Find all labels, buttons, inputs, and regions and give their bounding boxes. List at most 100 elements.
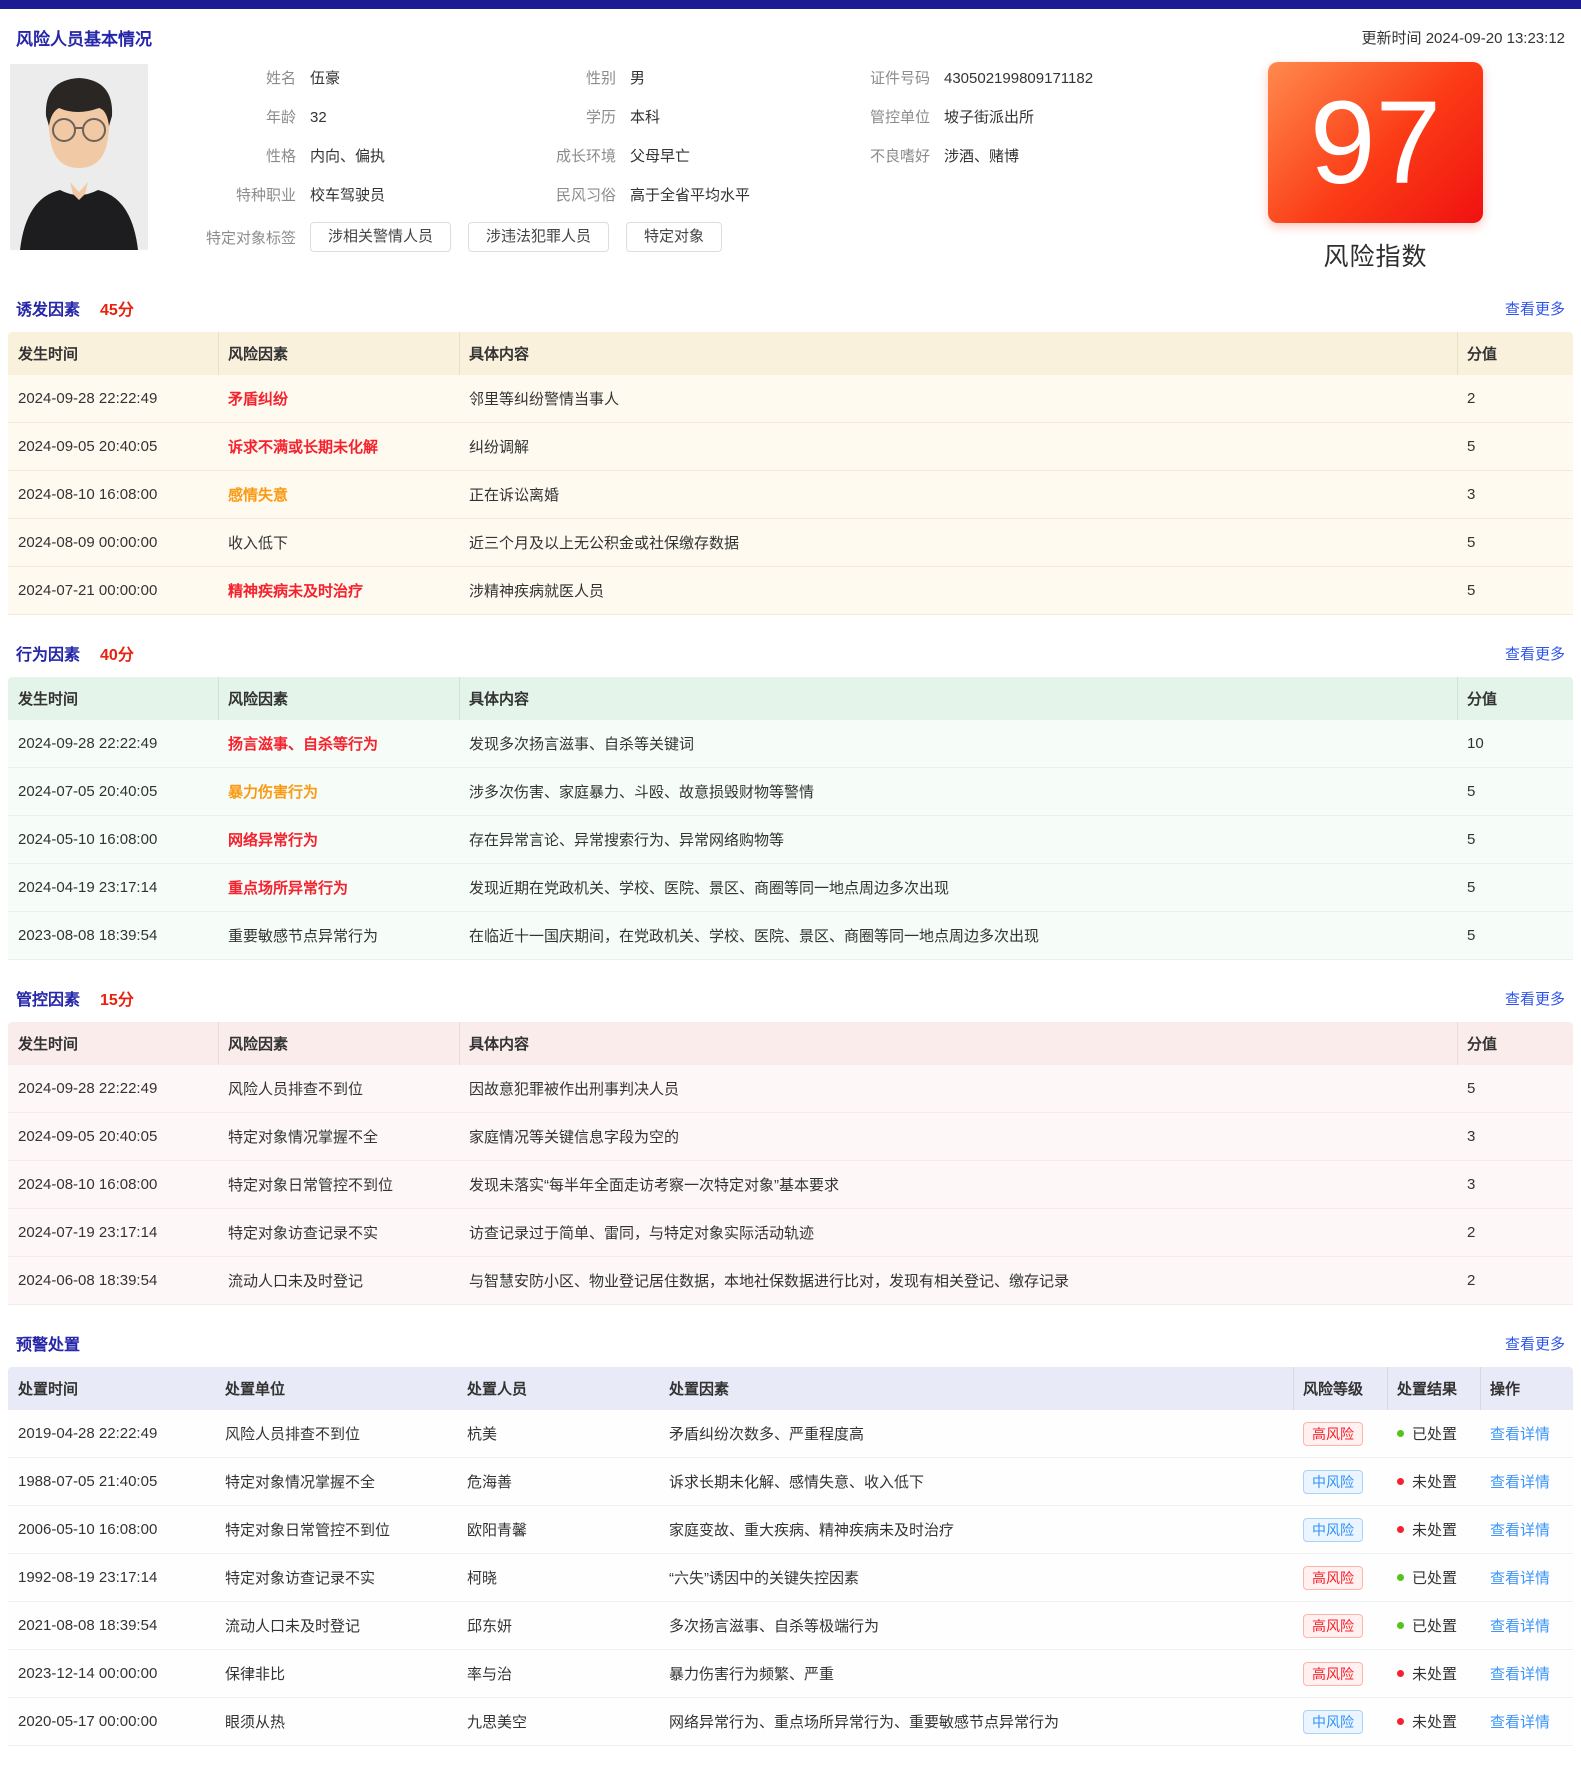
- table-row: 2024-09-28 22:22:49矛盾纠纷邻里等纠纷警情当事人2: [8, 375, 1573, 423]
- view-more-link[interactable]: 查看更多: [1505, 643, 1565, 664]
- column-header: 处置单位: [215, 1367, 457, 1410]
- disposal-result-text: 已处置: [1412, 1615, 1457, 1636]
- section-score: 15分: [100, 986, 134, 1010]
- disposal-time: 2023-12-14 00:00:00: [8, 1650, 215, 1698]
- factor-score: 3: [1457, 1161, 1573, 1209]
- disposal-result-cell: 未处置: [1387, 1650, 1480, 1698]
- factor-score: 5: [1457, 1065, 1573, 1113]
- disposal-result: 已处置: [1397, 1615, 1457, 1636]
- page-title: 风险人员基本情况: [16, 25, 152, 50]
- factor-detail: 近三个月及以上无公积金或社保缴存数据: [459, 519, 1457, 567]
- field-label: 证件号码: [850, 68, 930, 90]
- table-row: 2021-08-08 18:39:54流动人口未及时登记邱东妍多次扬言滋事、自杀…: [8, 1602, 1573, 1650]
- column-header: 发生时间: [8, 1022, 218, 1065]
- table-row: 2024-04-19 23:17:14重点场所异常行为发现近期在党政机关、学校、…: [8, 864, 1573, 912]
- occur-time: 2024-08-10 16:08:00: [8, 471, 218, 519]
- profile-info: 姓名伍豪性别男证件号码430502199809171182年龄32学历本科管控单…: [190, 64, 1270, 252]
- risk-level-cell: 高风险: [1293, 1554, 1387, 1602]
- table-header-row: 发生时间风险因素具体内容分值: [8, 1022, 1573, 1065]
- risk-factor: 重要敏感节点异常行为: [218, 912, 459, 960]
- factor-score: 3: [1457, 471, 1573, 519]
- risk-score-label: 风险指数: [1268, 237, 1483, 273]
- occur-time: 2024-08-10 16:08:00: [8, 1161, 218, 1209]
- disposal-result: 未处置: [1397, 1519, 1457, 1540]
- factor-detail: 因故意犯罪被作出刑事判决人员: [459, 1065, 1457, 1113]
- factor-detail: 发现未落实“每半年全面走访考察一次特定对象”基本要求: [459, 1161, 1457, 1209]
- disposal-unit: 眼须从热: [215, 1698, 457, 1746]
- profile-field: 性别男: [520, 68, 850, 90]
- risk-factor: 矛盾纠纷: [218, 375, 459, 423]
- occur-time: 2024-05-10 16:08:00: [8, 816, 218, 864]
- column-header: 发生时间: [8, 677, 218, 720]
- column-header: 分值: [1457, 1022, 1573, 1065]
- special-object-tag: 涉相关警情人员: [310, 222, 451, 252]
- view-more-link[interactable]: 查看更多: [1505, 298, 1565, 319]
- disposal-person: 杭美: [457, 1410, 659, 1458]
- disposal-unit: 流动人口未及时登记: [215, 1602, 457, 1650]
- disposal-person: 危海善: [457, 1458, 659, 1506]
- profile-field: 民风习俗高于全省平均水平: [520, 185, 850, 207]
- factor-detail: 在临近十一国庆期间，在党政机关、学校、医院、景区、商圈等同一地点周边多次出现: [459, 912, 1457, 960]
- view-detail-link[interactable]: 查看详情: [1490, 1570, 1550, 1587]
- disposal-unit: 特定对象情况掌握不全: [215, 1458, 457, 1506]
- disposal-unit: 特定对象日常管控不到位: [215, 1506, 457, 1554]
- disposal-person: 邱东妍: [457, 1602, 659, 1650]
- profile-panel: 姓名伍豪性别男证件号码430502199809171182年龄32学历本科管控单…: [8, 60, 1573, 270]
- occur-time: 2024-09-28 22:22:49: [8, 720, 218, 768]
- view-detail-link[interactable]: 查看详情: [1490, 1474, 1550, 1491]
- disposal-person: 欧阳青馨: [457, 1506, 659, 1554]
- risk-factor: 感情失意: [218, 471, 459, 519]
- field-value: 涉酒、赌博: [944, 146, 1019, 168]
- action-cell: 查看详情: [1480, 1506, 1573, 1554]
- field-value: 高于全省平均水平: [630, 185, 750, 207]
- field-value: 32: [310, 107, 327, 129]
- factor-score: 5: [1457, 864, 1573, 912]
- status-dot-icon: [1397, 1670, 1404, 1677]
- special-object-tag: 涉违法犯罪人员: [468, 222, 609, 252]
- view-detail-link[interactable]: 查看详情: [1490, 1522, 1550, 1539]
- section-head: 管控因素15分查看更多: [8, 986, 1573, 1022]
- column-header: 具体内容: [459, 677, 1457, 720]
- table-row: 2024-09-05 20:40:05诉求不满或长期未化解纠纷调解5: [8, 423, 1573, 471]
- view-more-link[interactable]: 查看更多: [1505, 988, 1565, 1009]
- person-photo-image: [10, 64, 148, 250]
- section-title: 预警处置: [16, 1331, 80, 1355]
- profile-fields-grid: 姓名伍豪性别男证件号码430502199809171182年龄32学历本科管控单…: [190, 68, 1270, 207]
- view-detail-link[interactable]: 查看详情: [1490, 1714, 1550, 1731]
- factor-score: 2: [1457, 1209, 1573, 1257]
- factor-detail: 正在诉讼离婚: [459, 471, 1457, 519]
- risk-level-badge: 高风险: [1303, 1422, 1363, 1446]
- disposal-result-text: 已处置: [1412, 1423, 1457, 1444]
- table-row: 2024-07-05 20:40:05暴力伤害行为涉多次伤害、家庭暴力、斗殴、故…: [8, 768, 1573, 816]
- factor-detail: 发现多次扬言滋事、自杀等关键词: [459, 720, 1457, 768]
- risk-profile-page: 风险人员基本情况 更新时间 2024-09-20 13:23:12 姓名伍豪性别…: [0, 9, 1581, 1786]
- factor-score: 3: [1457, 1113, 1573, 1161]
- risk-level-badge: 中风险: [1303, 1710, 1363, 1734]
- factor-detail: 访查记录过于简单、雷同，与特定对象实际活动轨迹: [459, 1209, 1457, 1257]
- disposal-person: 率与治: [457, 1650, 659, 1698]
- risk-level-badge: 中风险: [1303, 1470, 1363, 1494]
- disposal-time: 2006-05-10 16:08:00: [8, 1506, 215, 1554]
- field-label: 管控单位: [850, 107, 930, 129]
- field-value: 430502199809171182: [944, 68, 1093, 90]
- column-header: 分值: [1457, 332, 1573, 375]
- view-detail-link[interactable]: 查看详情: [1490, 1666, 1550, 1683]
- section-head: 行为因素40分查看更多: [8, 641, 1573, 677]
- disposal-time: 1992-08-19 23:17:14: [8, 1554, 215, 1602]
- disposal-factor: 诉求长期未化解、感情失意、收入低下: [659, 1458, 1293, 1506]
- status-dot-icon: [1397, 1622, 1404, 1629]
- view-more-link[interactable]: 查看更多: [1505, 1333, 1565, 1354]
- disposal-person: 柯晓: [457, 1554, 659, 1602]
- factor-detail: 家庭情况等关键信息字段为空的: [459, 1113, 1457, 1161]
- tags-label: 特定对象标签: [190, 227, 296, 248]
- view-detail-link[interactable]: 查看详情: [1490, 1618, 1550, 1635]
- risk-level-cell: 高风险: [1293, 1650, 1387, 1698]
- occur-time: 2024-07-19 23:17:14: [8, 1209, 218, 1257]
- action-cell: 查看详情: [1480, 1458, 1573, 1506]
- disposal-time: 2019-04-28 22:22:49: [8, 1410, 215, 1458]
- table-row: 2019-04-28 22:22:49风险人员排查不到位杭美矛盾纠纷次数多、严重…: [8, 1410, 1573, 1458]
- view-detail-link[interactable]: 查看详情: [1490, 1426, 1550, 1443]
- table-header-row: 处置时间处置单位处置人员处置因素风险等级处置结果操作: [8, 1367, 1573, 1410]
- occur-time: 2024-09-05 20:40:05: [8, 1113, 218, 1161]
- person-photo: [10, 64, 148, 250]
